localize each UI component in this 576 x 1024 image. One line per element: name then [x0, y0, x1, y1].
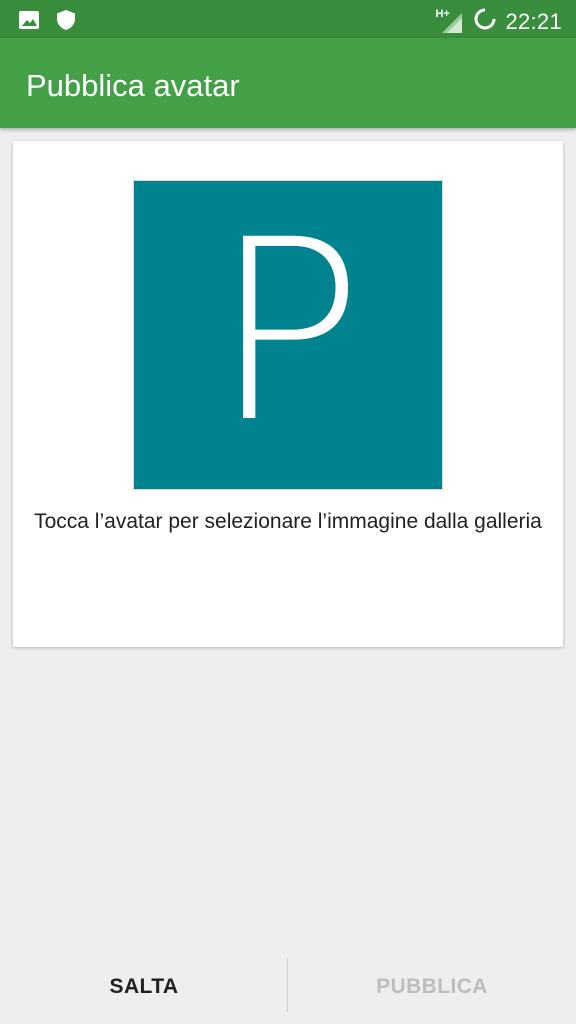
avatar-letter: P: [212, 186, 364, 477]
skip-button[interactable]: SALTA: [0, 950, 288, 1024]
network-signal: H+: [435, 8, 465, 34]
publish-button[interactable]: PUBBLICA: [288, 950, 576, 1024]
shield-icon: [56, 9, 76, 36]
signal-icon: [442, 12, 463, 33]
avatar-picker[interactable]: P: [133, 180, 443, 490]
status-bar: H+ 22:21: [0, 0, 576, 38]
avatar-card: P Tocca l’avatar per selezionare l’immag…: [13, 141, 563, 647]
status-right: H+ 22:21: [435, 7, 562, 36]
page-title: Pubblica avatar: [26, 68, 240, 103]
clock: 22:21: [505, 8, 562, 34]
notification-icons: [18, 9, 76, 36]
gallery-icon: [18, 9, 40, 36]
bottom-action-bar: SALTA PUBBLICA: [0, 950, 576, 1024]
loading-icon: [473, 7, 497, 36]
app-bar: Pubblica avatar: [0, 38, 576, 128]
avatar-hint: Tocca l’avatar per selezionare l’immagin…: [34, 510, 542, 533]
